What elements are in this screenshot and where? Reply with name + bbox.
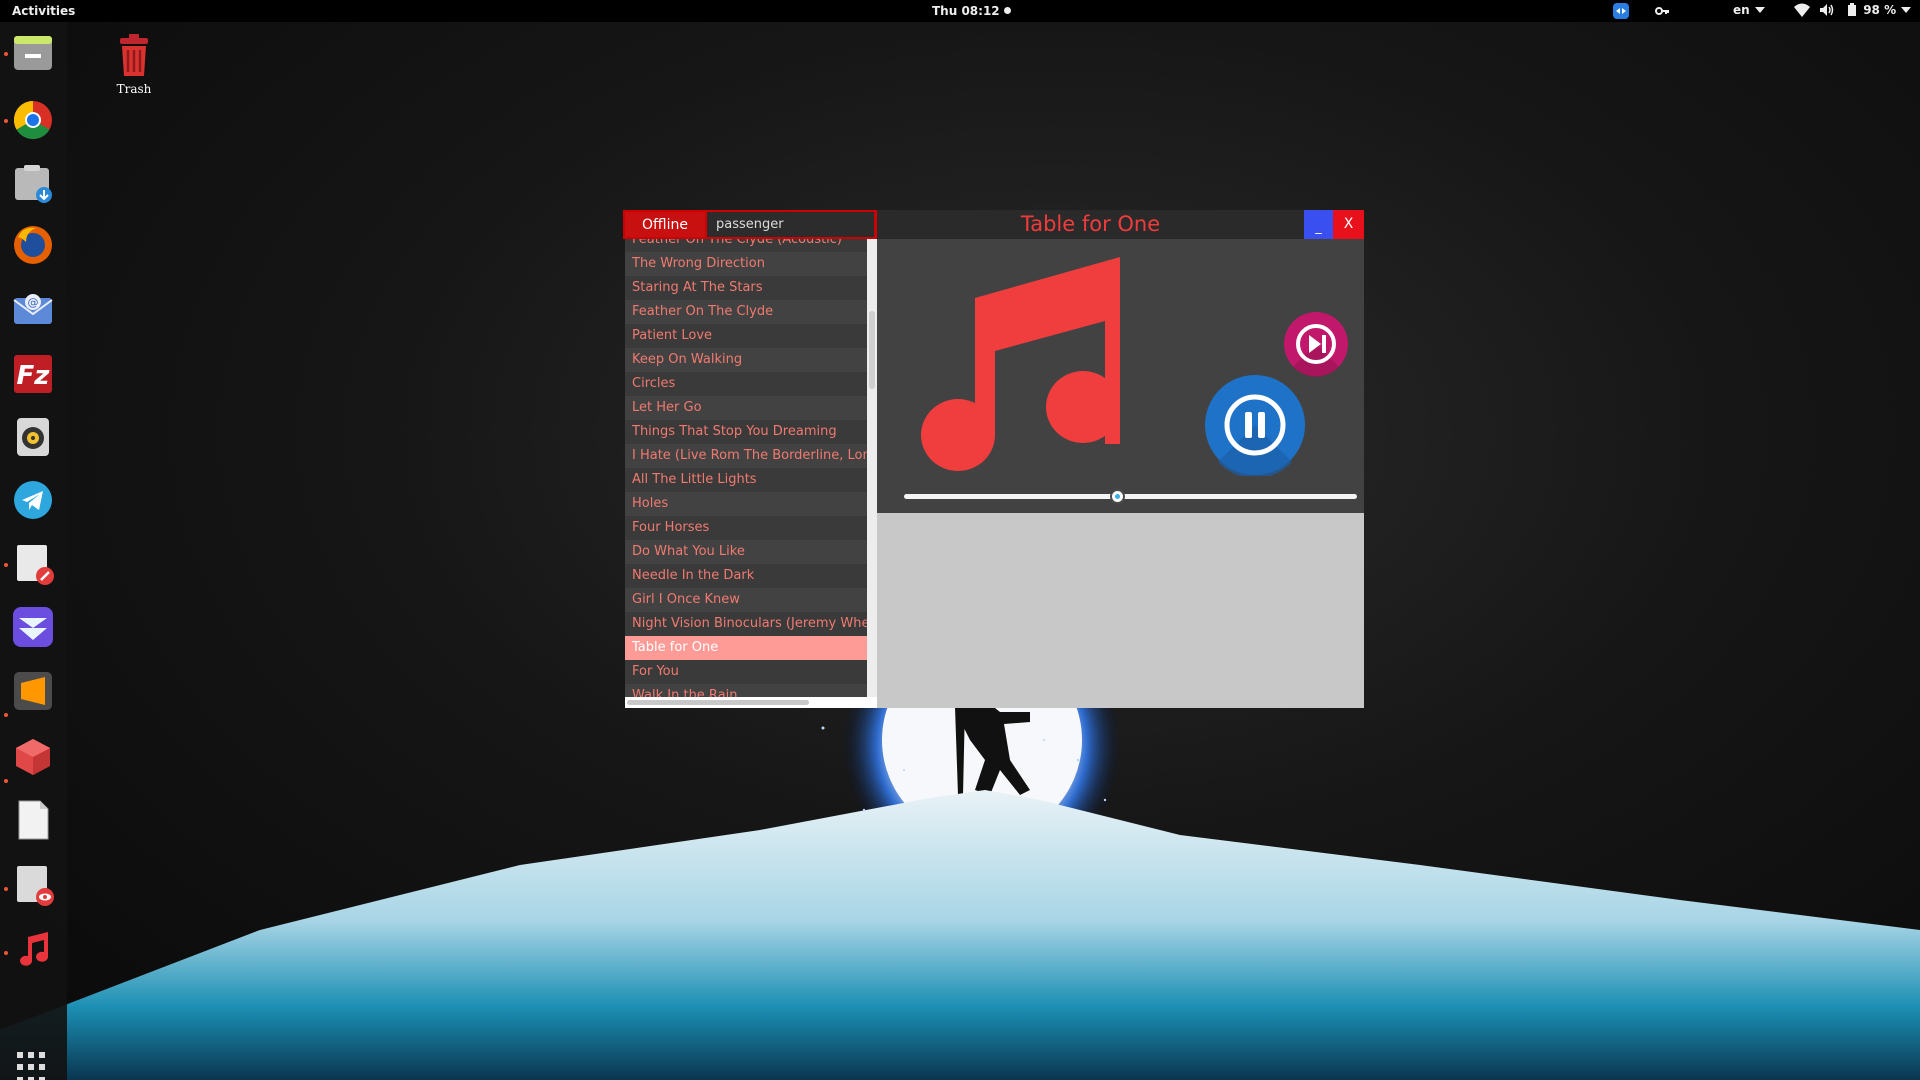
wifi-icon[interactable] — [1794, 3, 1810, 20]
battery-indicator[interactable]: 98 % — [1848, 3, 1912, 17]
song-item-active[interactable]: Table for One — [625, 636, 867, 660]
running-indicator — [4, 119, 8, 123]
text-editor-icon[interactable] — [10, 541, 56, 587]
playlist-horizontal-scrollbar[interactable] — [625, 697, 877, 708]
music-player-window: Offline Feather On The Clyde (Acoustic)T… — [623, 210, 1364, 708]
sublime-text-icon[interactable] — [10, 668, 56, 714]
firefox-icon[interactable] — [10, 222, 56, 268]
running-indicator — [4, 887, 8, 891]
song-item[interactable]: Let Her Go — [625, 396, 867, 420]
teamviewer-icon[interactable] — [1613, 3, 1629, 22]
notification-dot-icon — [1003, 7, 1011, 14]
svg-text:Fz: Fz — [17, 361, 51, 391]
song-list[interactable]: Feather On The Clyde (Acoustic) The Wrong… — [625, 239, 867, 697]
show-applications-icon[interactable] — [17, 1052, 49, 1080]
stars — [821, 726, 1107, 812]
song-item[interactable]: Feather On The Clyde (Acoustic) — [625, 239, 867, 252]
horizontal-scroll-thumb[interactable] — [627, 700, 809, 705]
filezilla-icon[interactable]: Fz — [10, 351, 56, 397]
song-list-content: Feather On The Clyde (Acoustic) The Wrong… — [625, 239, 867, 697]
trash-icon — [120, 34, 148, 76]
document-icon[interactable] — [10, 797, 56, 843]
downloads-icon[interactable] — [10, 160, 56, 206]
running-indicator — [4, 563, 8, 567]
running-indicator — [4, 779, 8, 783]
song-item[interactable]: Needle In the Dark — [625, 564, 867, 588]
song-item[interactable]: All The Little Lights — [625, 468, 867, 492]
skip-next-icon — [1284, 312, 1348, 377]
trash-desktop-item[interactable]: Trash — [108, 34, 160, 96]
song-item[interactable]: Walk In the Rain — [625, 684, 867, 697]
song-item[interactable]: Holes — [625, 492, 867, 516]
battery-icon — [1848, 3, 1856, 16]
language-selector[interactable]: en — [1733, 3, 1765, 17]
chevron-down-icon — [1754, 7, 1765, 13]
elementary-icon[interactable] — [10, 604, 56, 650]
chevron-down-icon — [1901, 7, 1912, 13]
song-item[interactable]: For You — [625, 660, 867, 684]
info-panel — [877, 513, 1364, 708]
vertical-scroll-thumb[interactable] — [869, 311, 875, 389]
search-input[interactable] — [707, 212, 874, 237]
song-item[interactable]: Keep On Walking — [625, 348, 867, 372]
now-playing-title: Table for One — [1020, 212, 1161, 236]
volume-icon[interactable] — [1819, 3, 1835, 20]
mail-icon[interactable]: @ — [10, 286, 56, 332]
album-art-area — [877, 239, 1364, 496]
clock[interactable]: Thu 08:12 — [932, 4, 1011, 18]
chrome-icon[interactable] — [10, 97, 56, 143]
pause-button[interactable] — [1204, 374, 1306, 479]
playlist-pane: Offline Feather On The Clyde (Acoustic)T… — [623, 210, 877, 708]
now-playing-pane: Table for One _ X — [877, 210, 1364, 708]
document-viewer-icon[interactable] — [10, 862, 56, 908]
pause-icon — [1205, 375, 1305, 479]
playlist-vertical-scrollbar[interactable] — [867, 239, 877, 697]
song-item[interactable]: Four Horses — [625, 516, 867, 540]
song-item[interactable]: Night Vision Binoculars (Jeremy Whelan R… — [625, 612, 867, 636]
song-item[interactable]: Girl I Once Knew — [625, 588, 867, 612]
running-indicator — [4, 713, 8, 717]
close-button[interactable]: X — [1333, 210, 1364, 239]
music-player-icon[interactable] — [10, 926, 56, 972]
offline-button[interactable]: Offline — [625, 212, 705, 237]
seek-slider[interactable] — [904, 489, 1357, 504]
song-item[interactable]: Do What You Like — [625, 540, 867, 564]
trash-label: Trash — [116, 82, 152, 96]
top-bar: Activities Thu 08:12 en 98 % — [0, 0, 1920, 22]
seek-handle[interactable] — [1109, 489, 1125, 504]
files-manager-icon[interactable] — [10, 30, 56, 76]
dock: @ Fz — [0, 22, 67, 1080]
battery-label: 98 % — [1863, 3, 1897, 17]
song-item[interactable]: Circles — [625, 372, 867, 396]
seek-track[interactable] — [904, 494, 1357, 499]
rhythmbox-icon[interactable] — [10, 414, 56, 460]
song-item[interactable]: Feather On The Clyde — [625, 300, 867, 324]
song-item[interactable]: Staring At The Stars — [625, 276, 867, 300]
clock-label: Thu 08:12 — [932, 4, 1000, 18]
activities-button[interactable]: Activities — [12, 4, 75, 18]
title-bar: Table for One _ X — [877, 210, 1364, 239]
song-item[interactable]: Things That Stop You Dreaming — [625, 420, 867, 444]
snow-ground — [0, 790, 1920, 1080]
song-item[interactable]: The Wrong Direction — [625, 252, 867, 276]
language-label: en — [1733, 3, 1750, 17]
running-indicator — [4, 951, 8, 955]
svg-text:@: @ — [28, 296, 39, 309]
playlist-header: Offline — [623, 210, 877, 239]
running-indicator — [4, 52, 8, 56]
telegram-icon[interactable] — [10, 477, 56, 523]
minimize-button[interactable]: _ — [1304, 210, 1333, 239]
song-item[interactable]: Patient Love — [625, 324, 867, 348]
3d-cube-icon[interactable] — [10, 734, 56, 780]
silhouette — [955, 700, 1030, 795]
key-icon[interactable] — [1654, 3, 1670, 22]
song-item[interactable]: I Hate (Live Rom The Borderline, London) — [625, 444, 867, 468]
next-button[interactable] — [1283, 311, 1349, 377]
